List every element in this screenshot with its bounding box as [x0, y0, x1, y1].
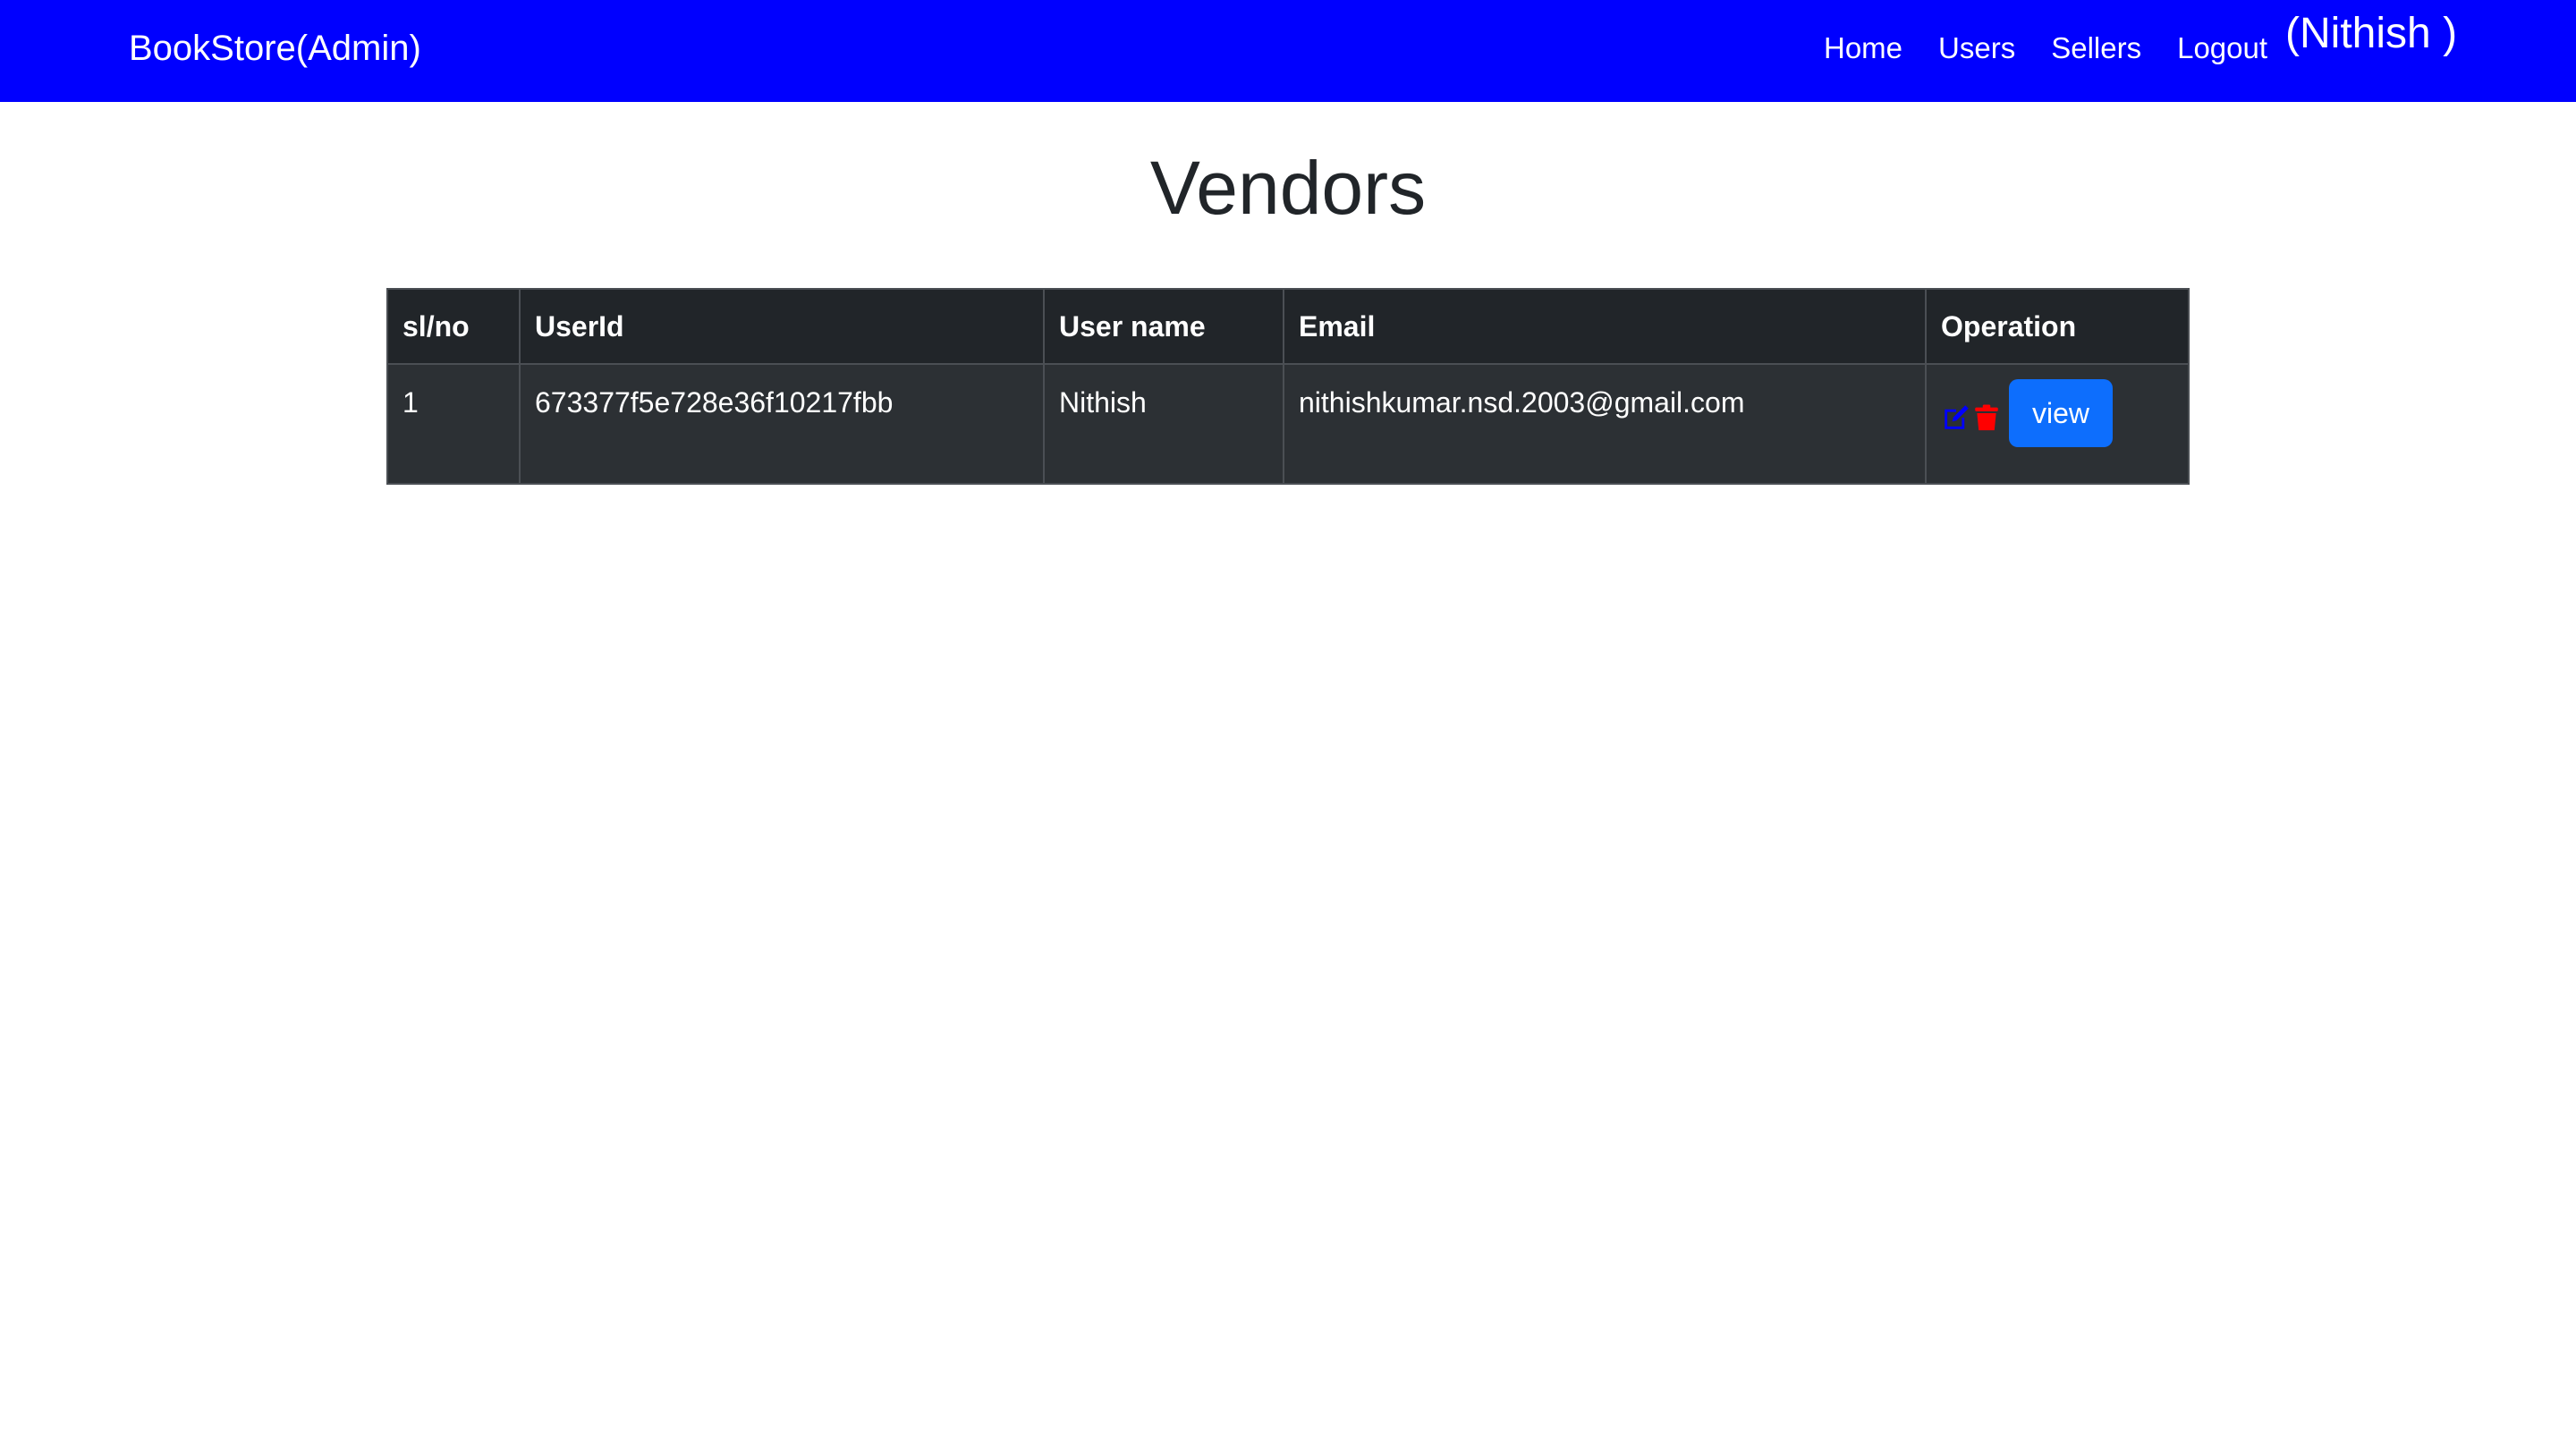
table-row: 1 673377f5e728e36f10217fbb Nithish nithi…	[386, 363, 2190, 485]
current-user-name: (Nithish )	[2285, 10, 2458, 57]
top-navbar: BookStore(Admin) Home Users Sellers Logo…	[0, 0, 2576, 102]
operation-controls: view	[1941, 379, 2174, 447]
table-header-row: sl/no UserId User name Email Operation	[386, 288, 2190, 365]
brand-link[interactable]: BookStore(Admin)	[129, 25, 421, 72]
cell-operation: view	[1925, 363, 2190, 485]
nav-links: Home Users Sellers Logout (Nithish )	[1824, 13, 2457, 70]
edit-icon[interactable]	[1941, 402, 1971, 433]
table-header: sl/no UserId User name Email Operation	[386, 288, 2190, 365]
header-user-name: User name	[1043, 288, 1284, 365]
table-body: 1 673377f5e728e36f10217fbb Nithish nithi…	[386, 363, 2190, 485]
cell-user-id: 673377f5e728e36f10217fbb	[519, 363, 1045, 485]
cell-email: nithishkumar.nsd.2003@gmail.com	[1283, 363, 1927, 485]
header-email: Email	[1283, 288, 1927, 365]
nav-home-link[interactable]: Home	[1824, 27, 1902, 70]
nav-users-link[interactable]: Users	[1938, 27, 2015, 70]
nav-sellers-link[interactable]: Sellers	[2051, 27, 2141, 70]
header-sl-no: sl/no	[386, 288, 521, 365]
nav-logout-link[interactable]: Logout	[2177, 27, 2267, 70]
view-button[interactable]: view	[2009, 379, 2113, 447]
cell-user-name: Nithish	[1043, 363, 1284, 485]
page-title: Vendors	[1149, 146, 1427, 230]
vendors-table: sl/no UserId User name Email Operation 1…	[386, 288, 2190, 485]
header-operation: Operation	[1925, 288, 2190, 365]
trash-icon[interactable]	[1971, 402, 2002, 433]
header-user-id: UserId	[519, 288, 1045, 365]
cell-sl-no: 1	[386, 363, 521, 485]
